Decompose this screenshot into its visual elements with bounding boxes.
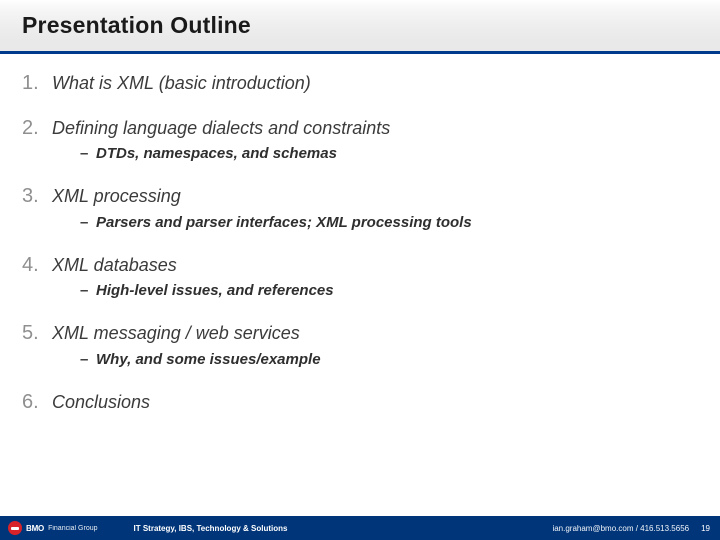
title-bar: Presentation Outline [0, 0, 720, 54]
outline-item-1: What is XML (basic introduction) [44, 72, 698, 95]
outline-sublist: DTDs, namespaces, and schemas [52, 145, 698, 163]
outline-subitem: DTDs, namespaces, and schemas [80, 145, 698, 163]
slide-body: What is XML (basic introduction) Definin… [0, 54, 720, 413]
outline-item-text: XML processing [52, 186, 181, 206]
outline-item-text: What is XML (basic introduction) [52, 73, 311, 93]
outline-subitem: Parsers and parser interfaces; XML proce… [80, 214, 698, 232]
outline-item-4: XML databases High-level issues, and ref… [44, 254, 698, 301]
outline-item-text: XML databases [52, 255, 177, 275]
footer-department: IT Strategy, IBS, Technology & Solutions [134, 524, 288, 533]
outline-subitem-text: Why, and some issues/example [96, 351, 321, 368]
footer-page-number: 19 [701, 524, 720, 533]
outline-subitem: High-level issues, and references [80, 282, 698, 300]
slide-title: Presentation Outline [0, 12, 251, 39]
footer-bar: BMO Financial Group IT Strategy, IBS, Te… [0, 516, 720, 540]
outline-list: What is XML (basic introduction) Definin… [22, 72, 698, 413]
brand-logo: BMO Financial Group [0, 521, 98, 535]
outline-item-5: XML messaging / web services Why, and so… [44, 322, 698, 369]
outline-item-6: Conclusions [44, 391, 698, 414]
outline-item-text: Defining language dialects and constrain… [52, 118, 390, 138]
outline-subitem: Why, and some issues/example [80, 351, 698, 369]
bmo-roundel-icon [8, 521, 22, 535]
outline-item-3: XML processing Parsers and parser interf… [44, 185, 698, 232]
outline-sublist: Why, and some issues/example [52, 351, 698, 369]
brand-name: BMO [26, 524, 44, 533]
brand-subname: Financial Group [48, 525, 97, 532]
outline-subitem-text: High-level issues, and references [96, 282, 334, 299]
outline-item-2: Defining language dialects and constrain… [44, 117, 698, 164]
outline-sublist: High-level issues, and references [52, 282, 698, 300]
outline-item-text: Conclusions [52, 392, 150, 412]
outline-item-text: XML messaging / web services [52, 323, 300, 343]
outline-subitem-text: Parsers and parser interfaces; XML proce… [96, 214, 472, 231]
outline-subitem-text: DTDs, namespaces, and schemas [96, 145, 337, 162]
outline-sublist: Parsers and parser interfaces; XML proce… [52, 214, 698, 232]
footer-contact: ian.graham@bmo.com / 416.513.5656 [552, 524, 701, 533]
